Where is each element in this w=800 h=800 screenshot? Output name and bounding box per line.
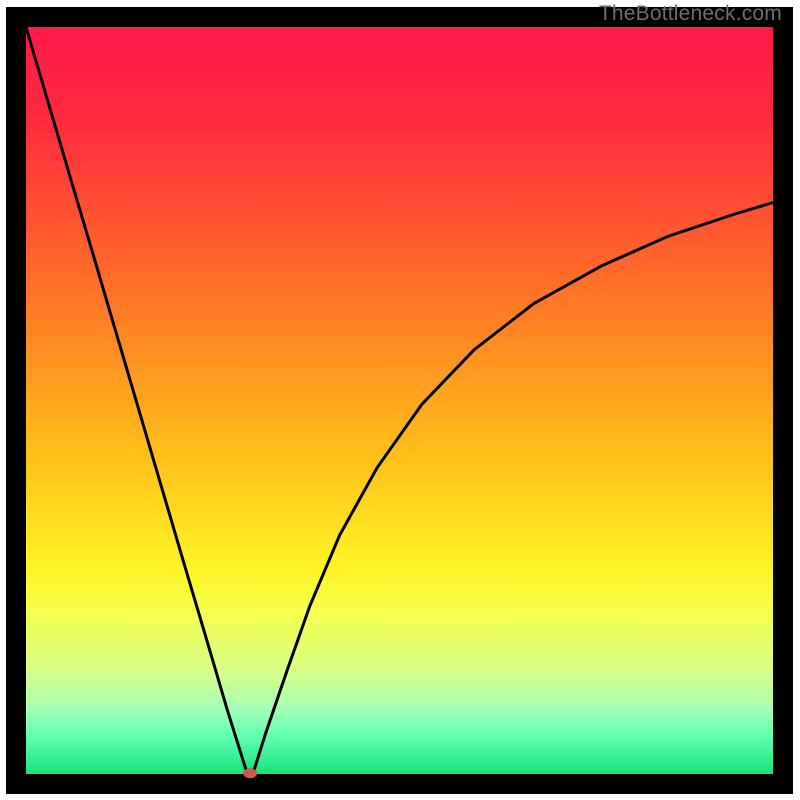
chart-background (26, 27, 773, 774)
minimum-marker (243, 768, 257, 778)
chart-svg (0, 0, 800, 800)
chart-stage: TheBottleneck.com (0, 0, 800, 800)
watermark-text: TheBottleneck.com (599, 2, 782, 26)
